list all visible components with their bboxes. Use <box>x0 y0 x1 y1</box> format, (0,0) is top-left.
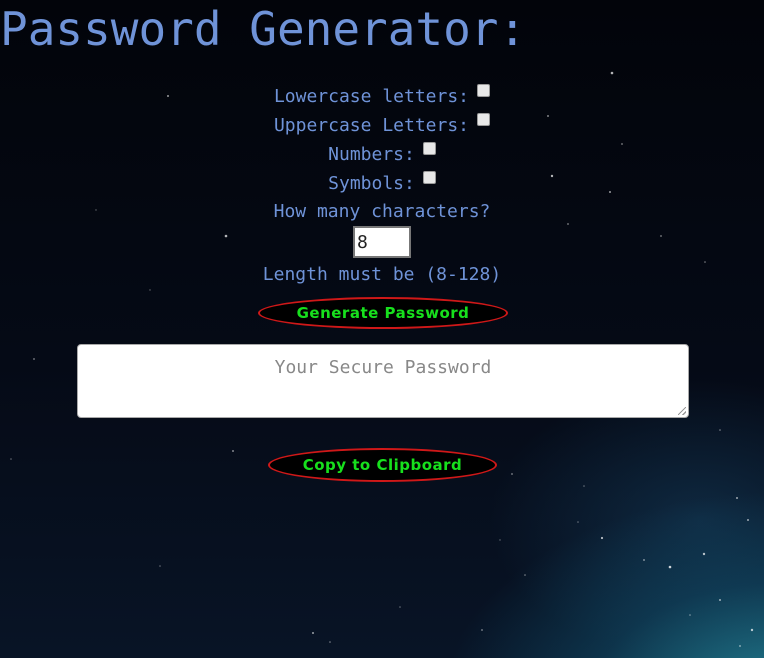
symbols-checkbox[interactable] <box>422 171 436 184</box>
password-placeholder: Your Secure Password <box>274 357 492 378</box>
symbols-label: Symbols: <box>328 173 415 194</box>
uppercase-checkbox[interactable] <box>477 113 491 126</box>
length-note: Length must be (8-128) <box>262 264 502 285</box>
uppercase-label: Uppercase Letters: <box>273 115 470 136</box>
length-input[interactable]: 8 <box>353 226 411 258</box>
lowercase-checkbox[interactable] <box>477 84 491 97</box>
options-panel: Lowercase letters: Uppercase Letters: Nu… <box>0 84 764 290</box>
length-question: How many characters? <box>273 201 491 222</box>
uppercase-option: Uppercase Letters: <box>0 113 764 142</box>
numbers-checkbox[interactable] <box>422 142 436 155</box>
numbers-option: Numbers: <box>0 142 764 171</box>
numbers-label: Numbers: <box>328 144 415 165</box>
lowercase-option: Lowercase letters: <box>0 84 764 113</box>
page-title: Password Generator: <box>0 2 527 56</box>
resize-grip-icon[interactable] <box>678 407 686 415</box>
symbols-option: Symbols: <box>0 171 764 200</box>
password-output-field[interactable]: Your Secure Password <box>77 344 689 418</box>
lowercase-label: Lowercase letters: <box>273 86 470 107</box>
copy-to-clipboard-button[interactable]: Copy to Clipboard <box>268 448 497 482</box>
generate-password-button[interactable]: Generate Password <box>258 297 508 329</box>
